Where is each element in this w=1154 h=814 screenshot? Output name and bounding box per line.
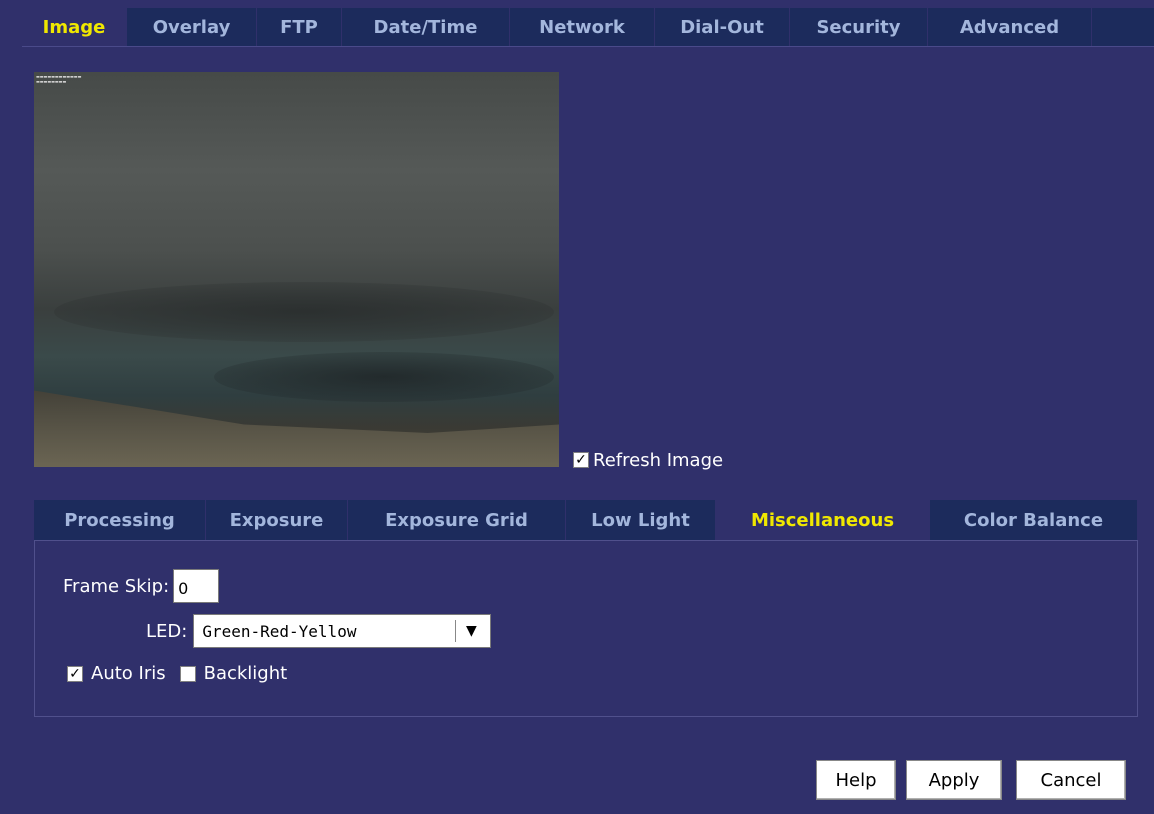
refresh-image-checkbox[interactable]: ✓ — [573, 452, 589, 468]
frame-skip-row: Frame Skip: — [63, 569, 220, 603]
image-sub-tab-bar: Processing Exposure Exposure Grid Low Li… — [34, 500, 1138, 540]
tab-ftp[interactable]: FTP — [257, 8, 342, 46]
tab-color-balance[interactable]: Color Balance — [930, 500, 1138, 540]
frame-skip-input[interactable] — [173, 569, 220, 603]
tab-advanced[interactable]: Advanced — [928, 8, 1092, 46]
tab-low-light[interactable]: Low Light — [566, 500, 716, 540]
apply-button[interactable]: Apply — [906, 760, 1002, 800]
led-row: LED: Green-Red-Yellow ▼ — [146, 614, 492, 648]
tab-exposure[interactable]: Exposure — [206, 500, 348, 540]
tab-network[interactable]: Network — [510, 8, 655, 46]
tab-dial-out[interactable]: Dial-Out — [655, 8, 790, 46]
tab-exposure-grid[interactable]: Exposure Grid — [348, 500, 566, 540]
led-label: LED: — [146, 620, 188, 642]
backlight-checkbox[interactable] — [179, 665, 196, 682]
tab-security[interactable]: Security — [790, 8, 928, 46]
auto-iris-label: Auto Iris — [91, 663, 166, 684]
miscellaneous-panel: Frame Skip: LED: Green-Red-Yellow ▼ ✓ Au… — [34, 540, 1138, 717]
help-button[interactable]: Help — [816, 760, 896, 800]
camera-preview-image: ▬▬▬▬▬▬▬▬▬▬▬▬ ▬▬▬▬▬▬▬▬ — [34, 72, 559, 467]
main-tab-bar: Image Overlay FTP Date/Time Network Dial… — [22, 8, 1154, 47]
refresh-image-label: Refresh Image — [593, 449, 724, 471]
backlight-label: Backlight — [203, 663, 288, 684]
tab-overlay[interactable]: Overlay — [127, 8, 257, 46]
dropdown-arrow-icon[interactable]: ▼ — [455, 620, 486, 642]
preview-timestamp-overlay: ▬▬▬▬▬▬▬▬▬▬▬▬ ▬▬▬▬▬▬▬▬ — [36, 74, 82, 84]
tab-image[interactable]: Image — [22, 8, 127, 46]
led-select[interactable]: Green-Red-Yellow ▼ — [193, 614, 492, 648]
tab-miscellaneous[interactable]: Miscellaneous — [716, 500, 930, 540]
frame-skip-label: Frame Skip: — [63, 575, 170, 597]
refresh-image-option[interactable]: ✓ Refresh Image — [573, 448, 723, 472]
tab-bar-filler — [1092, 8, 1154, 46]
led-select-value: Green-Red-Yellow — [202, 621, 357, 641]
tab-processing[interactable]: Processing — [34, 500, 206, 540]
cancel-button[interactable]: Cancel — [1016, 760, 1126, 800]
tab-date-time[interactable]: Date/Time — [342, 8, 510, 46]
auto-iris-checkbox[interactable]: ✓ — [67, 665, 83, 682]
iris-backlight-row: ✓ Auto Iris Backlight — [67, 663, 287, 684]
